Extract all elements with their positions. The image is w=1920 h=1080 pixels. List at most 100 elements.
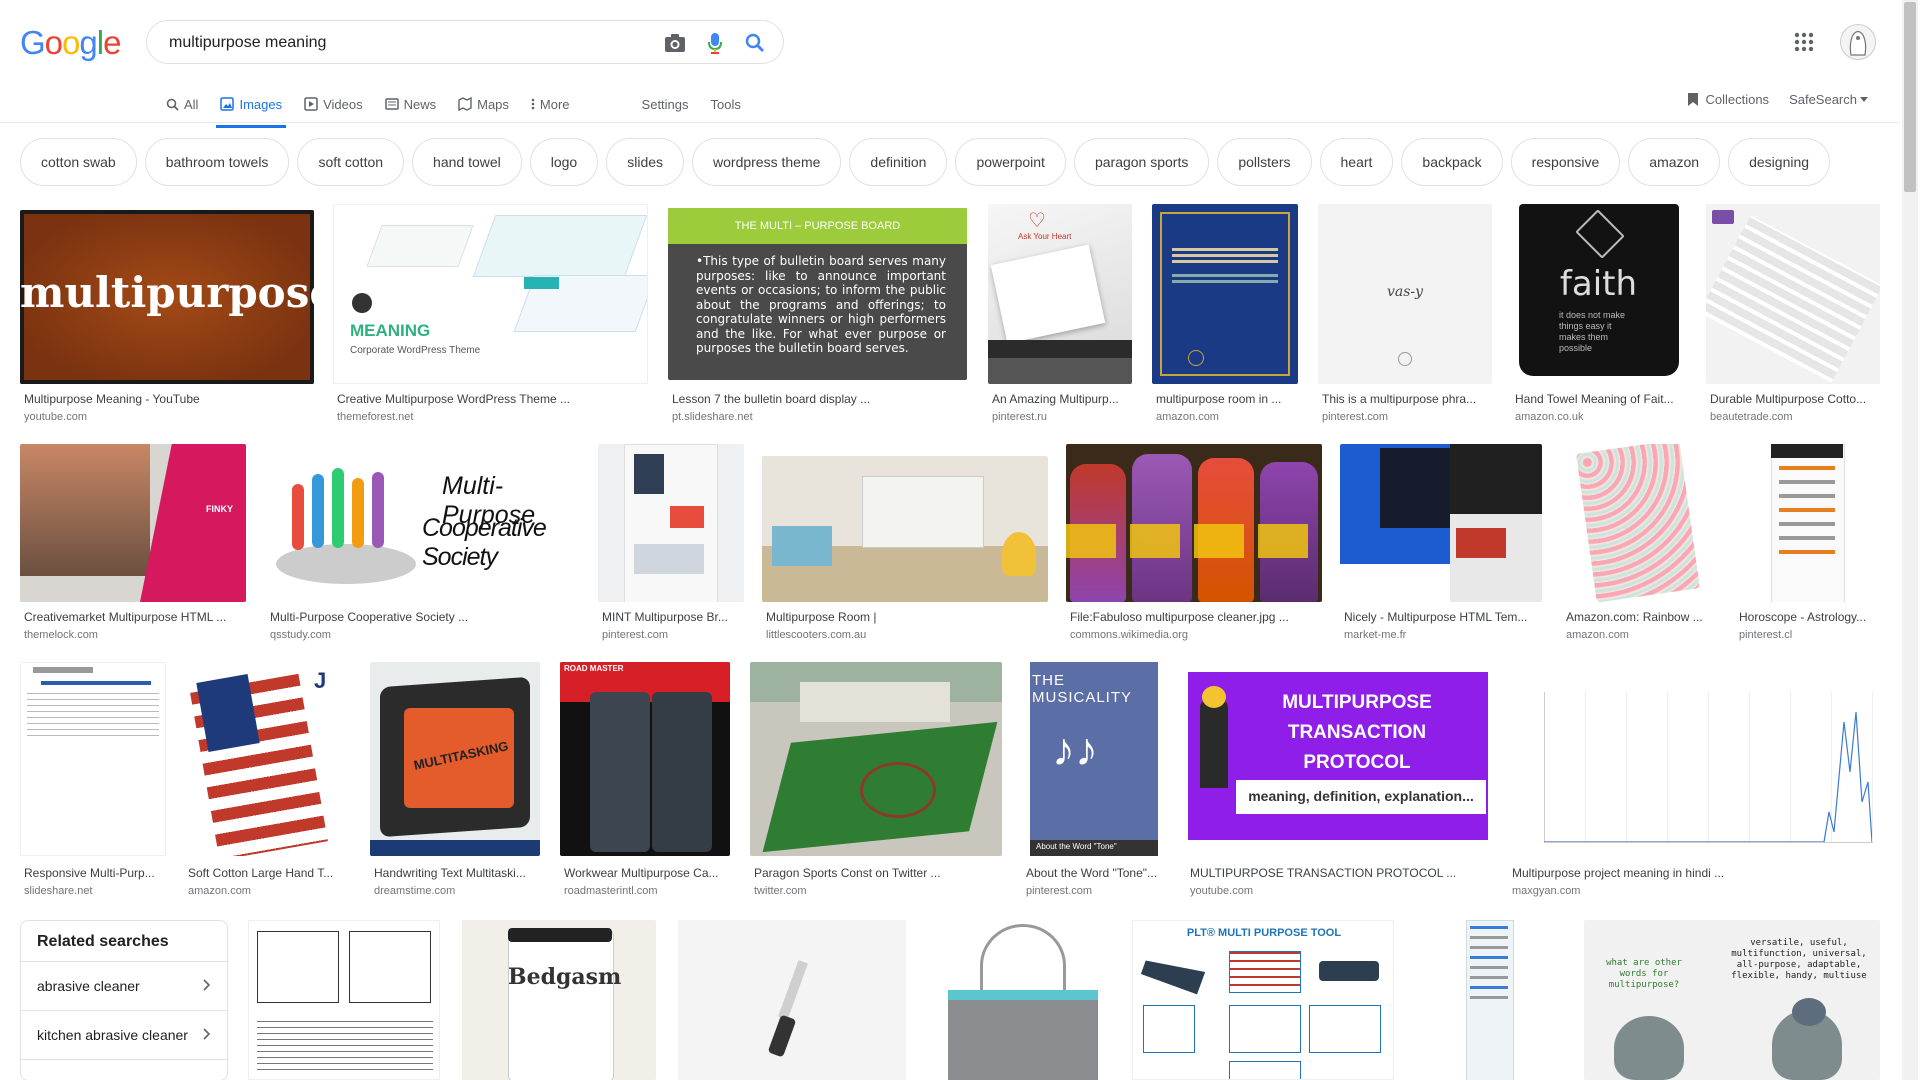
result-source[interactable]: roadmasterintl.com xyxy=(564,885,730,897)
result-card[interactable]: faith it does not make things easy it ma… xyxy=(1511,204,1686,426)
result-card[interactable]: Paragon Sports Const on Twitter ... twit… xyxy=(750,662,1002,902)
tab-news[interactable]: News xyxy=(384,88,436,120)
result-thumbnail[interactable] xyxy=(762,456,1048,602)
result-thumbnail[interactable] xyxy=(248,920,440,1080)
result-title[interactable]: Creativemarket Multipurpose HTML ... xyxy=(24,610,246,624)
result-card[interactable]: MEANING Corporate WordPress Theme Creati… xyxy=(333,204,648,426)
result-thumbnail[interactable]: ♡ Ask Your Heart xyxy=(988,204,1132,384)
result-thumbnail[interactable]: MEANING Corporate WordPress Theme xyxy=(333,204,648,384)
chip[interactable]: logo xyxy=(529,138,599,186)
result-title[interactable]: Responsive Multi-Purp... xyxy=(24,866,166,880)
result-card[interactable]: Nicely - Multipurpose HTML Tem... market… xyxy=(1340,444,1542,644)
result-thumbnail[interactable]: THE MULTI – PURPOSE BOARD •This type of … xyxy=(668,208,967,380)
safesearch-dropdown[interactable]: SafeSearch xyxy=(1789,92,1868,107)
result-source[interactable]: market-me.fr xyxy=(1344,629,1542,641)
related-search-item[interactable]: abrasive cleaner xyxy=(21,961,227,1010)
result-title[interactable]: Horoscope - Astrology... xyxy=(1739,610,1880,624)
result-thumbnail[interactable] xyxy=(1706,204,1880,384)
result-card[interactable]: Multipurpose project meaning in hindi ..… xyxy=(1508,662,1880,902)
search-icon[interactable] xyxy=(743,31,767,55)
result-card[interactable]: Bedgasm xyxy=(462,920,656,1080)
result-thumbnail[interactable]: faith it does not make things easy it ma… xyxy=(1511,204,1686,384)
result-thumbnail[interactable]: J xyxy=(184,662,350,856)
result-card[interactable]: multipurpose Multipurpose Meaning - YouT… xyxy=(20,204,314,426)
result-card[interactable]: Multipurpose Room | littlescooters.com.a… xyxy=(762,444,1048,644)
result-thumbnail[interactable] xyxy=(928,920,1112,1080)
result-source[interactable]: maxgyan.com xyxy=(1512,885,1880,897)
result-title[interactable]: Multipurpose Meaning - YouTube xyxy=(24,392,314,406)
related-search-item[interactable]: kitchen abrasive cleaner xyxy=(21,1010,227,1059)
result-thumbnail[interactable]: MULTITASKING xyxy=(370,662,540,856)
page-scrollbar[interactable] xyxy=(1902,0,1918,1080)
result-title[interactable]: An Amazing Multipurp... xyxy=(992,392,1132,406)
chip[interactable]: paragon sports xyxy=(1073,138,1210,186)
result-thumbnail[interactable] xyxy=(1152,204,1298,384)
result-title[interactable]: Durable Multipurpose Cotto... xyxy=(1710,392,1880,406)
result-title[interactable]: MINT Multipurpose Br... xyxy=(602,610,742,624)
result-title[interactable]: Workwear Multipurpose Ca... xyxy=(564,866,730,880)
search-input[interactable] xyxy=(167,31,651,55)
result-card[interactable] xyxy=(928,920,1112,1080)
tab-more[interactable]: More xyxy=(531,88,570,120)
result-card[interactable]: Durable Multipurpose Cotto... beautetrad… xyxy=(1706,204,1880,426)
result-source[interactable]: amazon.com xyxy=(1566,629,1716,641)
microphone-icon[interactable] xyxy=(703,31,727,55)
result-thumbnail[interactable] xyxy=(678,920,906,1080)
result-card[interactable]: MULTIPURPOSE TRANSACTION PROTOCOL meanin… xyxy=(1186,662,1490,902)
chip[interactable]: amazon xyxy=(1628,138,1721,186)
result-thumbnail[interactable] xyxy=(1562,444,1716,602)
result-card[interactable]: MINT Multipurpose Br... pinterest.com xyxy=(598,444,744,644)
result-source[interactable]: pinterest.com xyxy=(602,629,742,641)
result-source[interactable]: amazon.co.uk xyxy=(1515,411,1685,423)
settings-link[interactable]: Settings xyxy=(642,88,689,120)
result-thumbnail[interactable]: FINKY xyxy=(20,444,246,602)
result-card[interactable] xyxy=(678,920,906,1080)
result-title[interactable]: MULTIPURPOSE TRANSACTION PROTOCOL ... xyxy=(1190,866,1490,880)
result-thumbnail[interactable] xyxy=(1066,444,1322,602)
result-thumbnail[interactable]: ROAD MASTER xyxy=(560,662,730,856)
result-source[interactable]: amazon.com xyxy=(188,885,348,897)
result-thumbnail[interactable]: multipurpose xyxy=(20,210,314,384)
result-title[interactable]: Handwriting Text Multitaski... xyxy=(374,866,540,880)
result-source[interactable]: beautetrade.com xyxy=(1710,411,1880,423)
chip[interactable]: heart xyxy=(1319,138,1394,186)
result-source[interactable]: slideshare.net xyxy=(24,885,166,897)
result-thumbnail[interactable] xyxy=(1340,444,1542,602)
result-source[interactable]: qsstudy.com xyxy=(270,629,570,641)
tools-link[interactable]: Tools xyxy=(711,88,741,120)
result-card[interactable] xyxy=(1416,920,1564,1080)
result-source[interactable]: commons.wikimedia.org xyxy=(1070,629,1320,641)
result-card[interactable]: Horoscope - Astrology... pinterest.cl xyxy=(1735,444,1880,644)
result-thumbnail[interactable]: what are other words for multipurpose? v… xyxy=(1584,920,1880,1080)
result-thumbnail[interactable] xyxy=(598,444,744,602)
related-search-item[interactable] xyxy=(21,1059,227,1080)
result-thumbnail[interactable] xyxy=(1735,444,1880,602)
result-thumbnail[interactable]: THE MUSICALITY ♪♪ About the Word "Tone" xyxy=(1022,662,1166,856)
camera-icon[interactable] xyxy=(663,31,687,55)
result-thumbnail[interactable] xyxy=(750,662,1002,856)
result-title[interactable]: Paragon Sports Const on Twitter ... xyxy=(754,866,1002,880)
result-source[interactable]: pt.slideshare.net xyxy=(672,411,962,423)
result-source[interactable]: pinterest.com xyxy=(1322,411,1492,423)
result-thumbnail[interactable]: PLT® MULTI PURPOSE TOOL xyxy=(1132,920,1394,1080)
result-source[interactable]: youtube.com xyxy=(24,411,314,423)
result-source[interactable]: twitter.com xyxy=(754,885,1002,897)
chip[interactable]: slides xyxy=(606,138,685,186)
result-card[interactable]: PLT® MULTI PURPOSE TOOL xyxy=(1132,920,1394,1080)
result-card[interactable]: Amazon.com: Rainbow ... amazon.com xyxy=(1562,444,1716,644)
result-card[interactable]: THE MULTI – PURPOSE BOARD •This type of … xyxy=(668,204,967,426)
result-card[interactable]: THE MUSICALITY ♪♪ About the Word "Tone" … xyxy=(1022,662,1166,902)
result-source[interactable]: pinterest.ru xyxy=(992,411,1132,423)
chip[interactable]: pollsters xyxy=(1217,138,1312,186)
chip[interactable]: backpack xyxy=(1401,138,1503,186)
result-source[interactable]: pinterest.com xyxy=(1026,885,1166,897)
result-title[interactable]: Hand Towel Meaning of Fait... xyxy=(1515,392,1685,406)
result-thumbnail[interactable]: MULTIPURPOSE TRANSACTION PROTOCOL meanin… xyxy=(1186,668,1490,850)
chip[interactable]: wordpress theme xyxy=(692,138,842,186)
result-title[interactable]: multipurpose room in ... xyxy=(1156,392,1296,406)
result-thumbnail[interactable]: vas-y xyxy=(1318,204,1492,384)
chip[interactable]: bathroom towels xyxy=(144,138,290,186)
result-title[interactable]: Nicely - Multipurpose HTML Tem... xyxy=(1344,610,1542,624)
chip[interactable]: definition xyxy=(849,138,948,186)
google-logo[interactable]: Google xyxy=(20,24,121,62)
